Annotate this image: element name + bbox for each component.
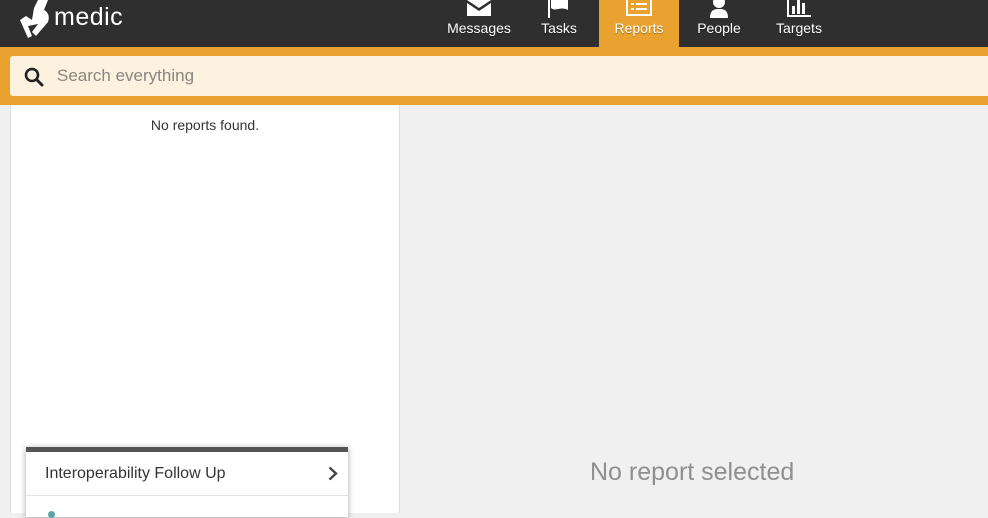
tab-tasks[interactable]: Tasks <box>519 0 599 47</box>
logo-text: medic <box>54 2 124 31</box>
tab-messages-label: Messages <box>447 20 511 36</box>
tab-reports[interactable]: Reports <box>599 0 679 47</box>
tab-messages[interactable]: Messages <box>439 0 519 47</box>
tab-people-label: People <box>697 20 741 36</box>
menu-item-label: Interoperability Follow Up <box>45 465 226 482</box>
person-icon <box>710 0 728 18</box>
flag-icon <box>548 0 568 18</box>
no-reports-message: No reports found. <box>150 117 260 133</box>
medic-logo[interactable]: medic <box>18 0 123 40</box>
no-report-selected-message: No report selected <box>590 458 795 486</box>
tab-targets[interactable]: Targets <box>759 0 839 47</box>
list-icon <box>626 0 652 16</box>
menu-item-interoperability-follow-up[interactable]: Interoperability Follow Up <box>26 452 348 496</box>
search-box <box>10 56 988 96</box>
tab-people[interactable]: People <box>679 0 759 47</box>
report-detail-panel: No report selected <box>400 105 988 513</box>
dove-logo-icon <box>20 0 49 38</box>
bullet-dot <box>48 511 55 518</box>
main-nav: Messages Tasks Reports People Targets <box>439 0 839 47</box>
search-input[interactable] <box>57 56 957 96</box>
search-bar <box>0 47 988 105</box>
form-popup-menu: Interoperability Follow Up <box>26 447 348 518</box>
tab-targets-label: Targets <box>776 20 822 36</box>
tab-reports-label: Reports <box>614 20 664 36</box>
search-icon[interactable] <box>24 67 44 87</box>
chevron-right-icon <box>328 466 338 481</box>
envelope-icon <box>467 0 491 16</box>
tab-tasks-label: Tasks <box>541 20 577 36</box>
top-header: medic Messages Tasks Reports People Targ… <box>0 0 988 47</box>
bar-chart-icon <box>787 0 811 17</box>
